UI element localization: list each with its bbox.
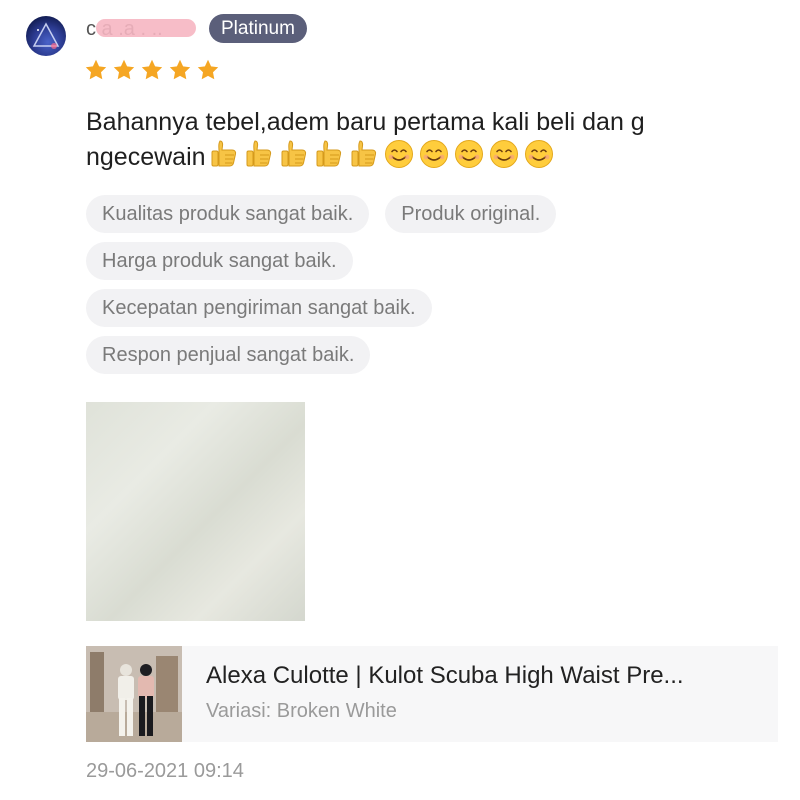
smiling-face-emoji-icon: [419, 140, 448, 168]
product-card[interactable]: Alexa Culotte | Kulot Scuba High Waist P…: [86, 646, 778, 742]
review-emojis: [208, 139, 555, 169]
thumbs-up-emoji-icon: [246, 140, 271, 167]
star-icon: [141, 59, 163, 80]
review-tags: Kualitas produk sangat baik. Produk origi…: [86, 195, 746, 383]
tag-row: Kualitas produk sangat baik. Produk origi…: [86, 195, 746, 233]
thumbs-up-emoji-icon: [316, 140, 341, 167]
star-icon: [169, 59, 191, 80]
name-redaction: [96, 19, 196, 37]
reviewer-name: c a .a . ..: [86, 16, 202, 42]
star-icon: [85, 59, 107, 80]
thumbs-up-emoji-icon: [211, 140, 236, 167]
rating-stars: [84, 58, 220, 82]
smiling-face-emoji-icon: [489, 140, 518, 168]
tag-row: Respon penjual sangat baik.: [86, 336, 746, 374]
review-tag: Kecepatan pengiriman sangat baik.: [86, 289, 432, 327]
membership-badge: Platinum: [209, 14, 307, 43]
tag-row: Kecepatan pengiriman sangat baik.: [86, 289, 746, 327]
review-tag: Produk original.: [385, 195, 557, 233]
review-tag: Harga produk sangat baik.: [86, 242, 353, 280]
smiling-face-emoji-icon: [454, 140, 483, 168]
smiling-face-emoji-icon: [384, 140, 413, 168]
review-text-block: Bahannya tebel,adem baru pertama kali be…: [86, 106, 726, 174]
reviewer-avatar[interactable]: [26, 16, 66, 56]
product-variant: Variasi: Broken White: [206, 700, 397, 722]
smiling-face-emoji-icon: [524, 140, 553, 168]
product-thumbnail: [86, 646, 182, 742]
star-icon: [197, 59, 219, 80]
review-photo[interactable]: [86, 402, 305, 621]
star-icon: [113, 59, 135, 80]
review-tag: Kualitas produk sangat baik.: [86, 195, 370, 233]
tag-row: Harga produk sangat baik.: [86, 242, 746, 280]
thumbs-up-emoji-icon: [281, 140, 306, 167]
thumbs-up-emoji-icon: [351, 140, 376, 167]
product-name[interactable]: Alexa Culotte | Kulot Scuba High Waist P…: [206, 662, 766, 690]
review-timestamp: 29-06-2021 09:14: [86, 760, 244, 782]
review-tag: Respon penjual sangat baik.: [86, 336, 371, 374]
